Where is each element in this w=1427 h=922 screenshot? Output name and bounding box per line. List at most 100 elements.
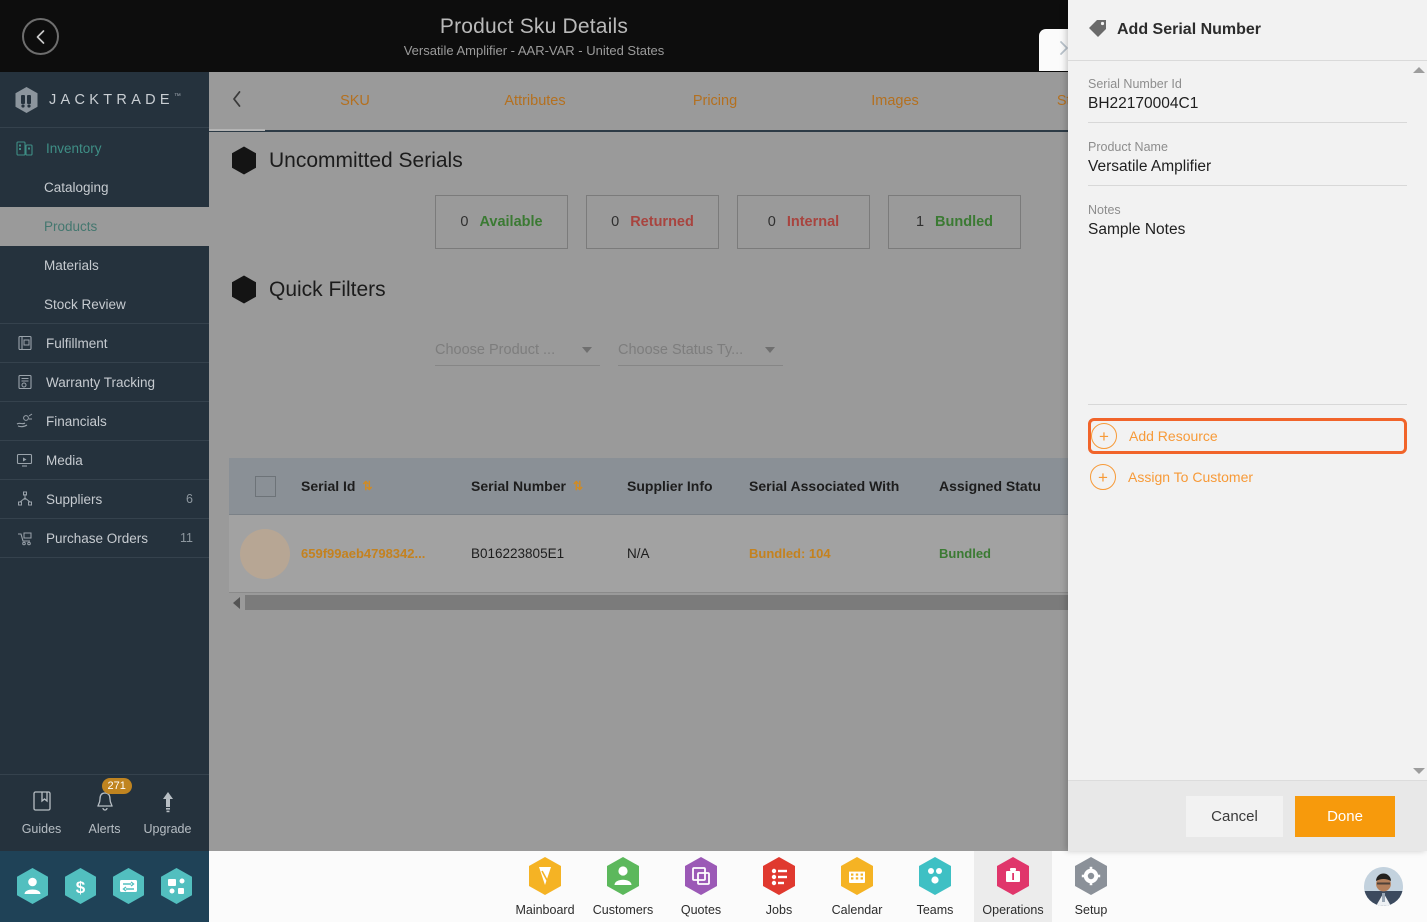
choose-product-select[interactable]: Choose Product ... [435,338,600,366]
bottom-item-mainboard[interactable]: Mainboard [506,851,584,922]
sidebar-item-stock-review[interactable]: Stock Review [0,285,209,324]
stat-card-available[interactable]: 0 Available [435,195,568,249]
sidebar-nav: Inventory Cataloging Products Materials … [0,128,209,774]
sidebar-item-fulfillment[interactable]: Fulfillment [0,324,209,363]
choose-status-type-select[interactable]: Choose Status Ty... [618,338,783,366]
scroll-down-arrow-icon[interactable] [1412,768,1425,774]
tag-icon [1087,18,1109,43]
sidebar-item-label: Inventory [46,140,102,156]
stat-label: Returned [630,214,694,230]
stat-card-internal[interactable]: 0 Internal [737,195,870,249]
payment-icon[interactable] [111,867,146,906]
workflow-icon[interactable] [159,867,194,906]
sidebar-item-products[interactable]: Products [0,207,209,246]
operations-icon [995,856,1031,901]
sidebar-item-label: Financials [46,413,107,429]
fulfillment-icon [14,333,36,353]
column-header-serial-associated-with[interactable]: Serial Associated With [749,478,939,494]
cell-serial-id[interactable]: 659f99aeb4798342... [301,546,471,561]
inventory-icon [14,138,36,158]
field-notes[interactable]: Notes Sample Notes [1088,203,1407,248]
column-label: Assigned Statu [939,478,1041,494]
bottom-item-label: Jobs [765,903,793,917]
select-all-checkbox[interactable] [254,475,276,497]
column-header-supplier-info[interactable]: Supplier Info [627,478,749,494]
column-header-serial-number[interactable]: Serial Number ⇅ [471,478,627,494]
sidebar-item-warranty-tracking[interactable]: Warranty Tracking [0,363,209,402]
stat-count: 0 [460,214,469,230]
column-label: Serial Number [471,478,566,494]
bottom-item-operations[interactable]: Operations [974,851,1052,922]
sidebar-item-purchase-orders[interactable]: Purchase Orders 11 [0,519,209,558]
field-serial-number-id[interactable]: Serial Number Id BH22170004C1 [1088,77,1407,123]
sidebar-item-label: Products [44,219,98,234]
stat-count: 1 [915,214,925,230]
sidebar-item-materials[interactable]: Materials [0,246,209,285]
serial-id-link[interactable]: 659f99aeb4798342... [301,546,425,561]
tabs-scroll-left-button[interactable] [209,73,265,131]
brand-name: JACKTRADE™ [49,92,181,108]
panel-title: Add Serial Number [1117,21,1262,38]
jobs-icon [761,856,797,901]
brand-text: JACKTRADE [49,91,174,108]
bottom-item-jobs[interactable]: Jobs [740,851,818,922]
stat-card-bundled[interactable]: 1 Bundled [888,195,1021,249]
dollar-icon[interactable]: $ [63,867,98,906]
bottom-item-label: Teams [916,903,954,917]
jacktrade-hex-icon [14,86,39,114]
chevron-down-icon [582,347,592,353]
tab-pricing[interactable]: Pricing [625,72,805,130]
sort-icon[interactable]: ⇅ [573,479,583,493]
gear-icon [1073,856,1109,901]
upgrade-button[interactable]: Upgrade [137,790,199,836]
sidebar-item-financials[interactable]: Financials [0,402,209,441]
alerts-button[interactable]: 271 Alerts [74,778,136,836]
column-label: Supplier Info [627,478,713,494]
sidebar-item-media[interactable]: Media [0,441,209,480]
tab-attributes[interactable]: Attributes [445,72,625,130]
bottom-item-quotes[interactable]: Quotes [662,851,740,922]
bottom-item-label: Calendar [831,903,883,917]
scroll-up-arrow-icon[interactable] [1412,67,1425,73]
user-avatar[interactable] [1364,867,1403,906]
choose-status-placeholder: Choose Status Ty... [618,342,744,358]
add-resource-label: Add Resource [1129,428,1218,444]
tab-images[interactable]: Images [805,72,985,130]
done-button[interactable]: Done [1295,795,1395,837]
cancel-button[interactable]: Cancel [1186,795,1283,837]
add-resource-button[interactable]: + Add Resource [1088,418,1407,454]
alerts-label: Alerts [88,822,121,836]
panel-scrollbar[interactable] [1412,67,1425,774]
bottom-item-setup[interactable]: Setup [1052,851,1130,922]
guides-button[interactable]: Guides [11,790,73,836]
cell-serial-associated-with: Bundled: 104 [749,546,939,561]
plus-circle-icon: + [1090,464,1116,490]
quotes-icon [683,856,719,901]
column-header-serial-id[interactable]: Serial Id ⇅ [301,478,471,494]
sidebar-item-suppliers[interactable]: Suppliers 6 [0,480,209,519]
sidebar-item-label: Warranty Tracking [46,374,156,390]
stat-card-returned[interactable]: 0 Returned [586,195,719,249]
bottom-bar-items: Mainboard Customers Quotes Jobs Calendar… [506,851,1130,922]
sidebar-item-cataloging[interactable]: Cataloging [0,168,209,207]
brand-logo[interactable]: JACKTRADE™ [0,72,209,128]
scroll-left-arrow-icon[interactable] [229,596,245,609]
stat-label: Internal [786,214,840,230]
bottom-item-calendar[interactable]: Calendar [818,851,896,922]
person-icon[interactable] [15,867,50,906]
add-serial-number-panel: Add Serial Number Serial Number Id BH221… [1068,0,1427,851]
bottom-item-teams[interactable]: Teams [896,851,974,922]
field-label: Notes [1088,203,1121,217]
field-product-name[interactable]: Product Name Versatile Amplifier [1088,140,1407,186]
assign-to-customer-button[interactable]: + Assign To Customer [1088,459,1407,495]
sidebar-item-inventory[interactable]: Inventory [0,128,209,168]
stat-label: Available [479,214,543,230]
bottom-item-label: Quotes [680,903,722,917]
sidebar-footer: Guides 271 Alerts Upgrade [0,774,209,851]
section-title: Uncommitted Serials [269,148,463,172]
tab-sku[interactable]: SKU [265,72,445,130]
panel-body: Serial Number Id BH22170004C1 Product Na… [1068,61,1427,780]
bottom-item-customers[interactable]: Customers [584,851,662,922]
sort-icon[interactable]: ⇅ [362,479,372,493]
sidebar-item-label: Media [46,452,83,468]
